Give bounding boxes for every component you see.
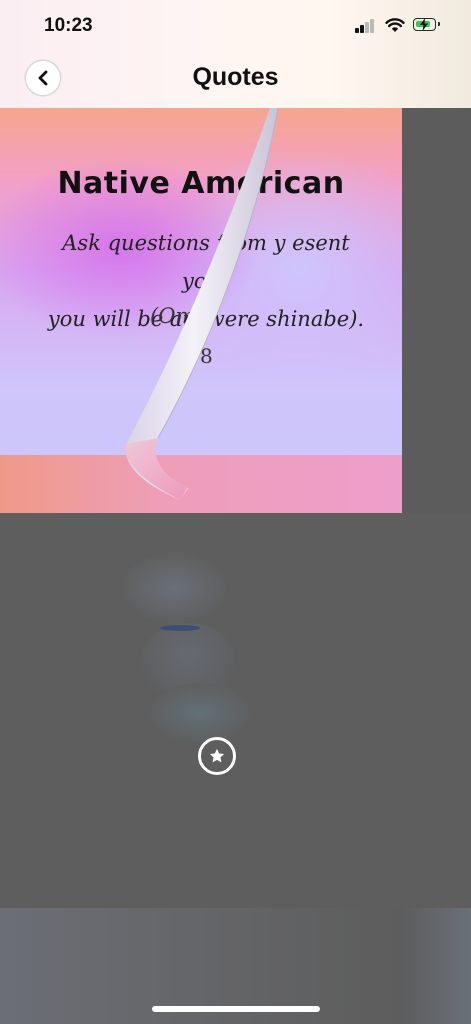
background-artwork <box>0 513 471 908</box>
battery-charging-icon <box>413 18 440 31</box>
background-shape <box>160 625 200 631</box>
background-shape <box>122 553 226 623</box>
wifi-icon <box>385 18 405 32</box>
status-bar: 10:23 <box>0 0 471 54</box>
star-icon <box>209 748 225 763</box>
quote-card[interactable]: Native American Ask questions from y ese… <box>0 108 402 513</box>
favorite-button[interactable] <box>198 737 236 775</box>
page-title: Quotes <box>192 63 279 91</box>
home-indicator[interactable] <box>152 1006 320 1012</box>
background-shape <box>150 683 250 743</box>
status-time: 10:23 <box>44 15 93 36</box>
page-curl[interactable] <box>118 108 288 513</box>
cellular-signal-icon <box>355 19 375 33</box>
top-bar: 10:23 Quotes <box>0 0 471 108</box>
